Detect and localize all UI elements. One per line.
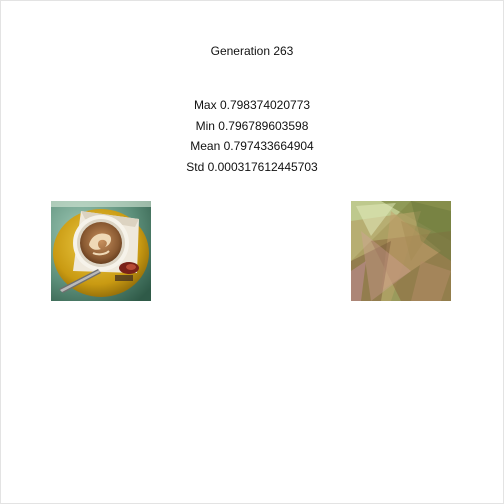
generation-label: Generation 263 [210,44,294,58]
coffee-cup-illustration [51,201,151,301]
polygon-approximation [351,201,451,301]
fitness-stats: Max 0.798374020773 Min 0.796789603598 Me… [1,95,503,177]
stat-mean: Mean 0.797433664904 [190,139,314,153]
target-image [51,201,151,301]
stat-std: Std 0.000317612445703 [186,159,318,174]
evolution-window: Generation 263 Max 0.798374020773 Min 0.… [0,0,504,504]
stat-max: Max 0.798374020773 [193,98,311,112]
stat-min: Min 0.796789603598 [195,118,309,133]
best-individual-image [351,201,451,301]
